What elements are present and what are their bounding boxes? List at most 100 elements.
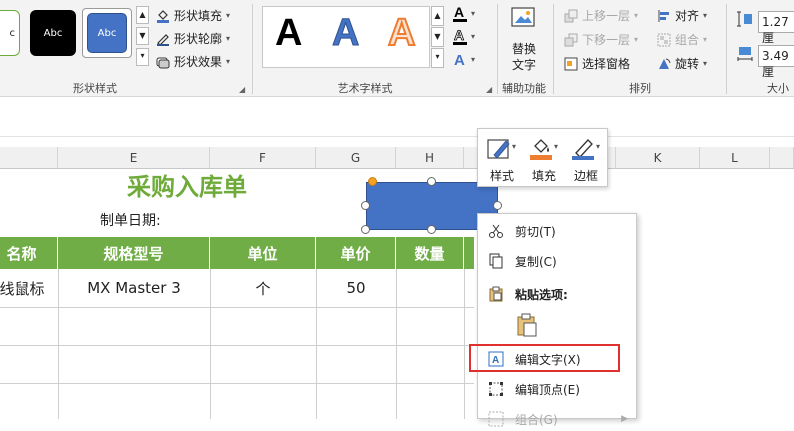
group-icon [488,411,504,427]
menu-item-copy[interactable]: 复制(C) [478,249,636,273]
send-backward-button[interactable]: 下移一层 ▾ [564,31,638,48]
resize-handle-bottom-middle[interactable] [427,225,436,234]
menu-item-group[interactable]: 组合(G) ▶ [478,407,636,431]
bring-forward-label: 上移一层 [582,9,631,23]
wordart-launcher-icon[interactable]: ◢ [486,85,492,94]
cell-name[interactable]: 线鼠标 [0,269,58,307]
clipboard-icon [489,286,503,302]
align-button[interactable]: 对齐 ▾ [657,7,707,24]
send-backward-icon [564,33,578,46]
thumb-text: c [9,27,16,39]
bring-forward-icon [564,9,578,22]
shape-outline-label: 形状轮廓 [174,32,223,46]
adjust-handle[interactable] [368,177,377,186]
shape-width-icon [737,47,753,61]
group-label-accessibility: 辅助功能 [502,82,546,95]
column-header-e[interactable]: E [58,147,210,169]
wordart-more-button[interactable]: ▾ [431,48,444,68]
paint-bucket-icon: ▾ [530,139,558,160]
shape-outline-button[interactable]: 形状轮廓 ▾ [156,30,230,47]
shape-style-thumb-outline[interactable]: c [0,10,20,56]
column-header-l[interactable]: L [700,147,770,169]
svg-text:▾: ▾ [512,142,516,151]
gallery-scroll-down-button[interactable]: ▼ [136,27,149,45]
group-button[interactable]: 组合 ▾ [657,31,707,48]
menu-cut-label: 剪切(T) [515,224,556,239]
shape-height-input[interactable]: 1.27 厘 [758,11,794,45]
cell-price[interactable]: 50 [316,269,396,307]
text-effects-button[interactable]: A ▾ [452,50,482,70]
shape-styles-launcher-icon[interactable]: ◢ [239,85,245,94]
svg-text:▾: ▾ [471,55,475,64]
mini-toolbar: ▾ 样式 ▾ 填充 ▾ 边框 [477,128,608,187]
column-header-blank[interactable] [0,147,58,169]
date-label: 制单日期: [100,213,161,229]
rotate-label: 旋转 [675,57,700,71]
paint-bucket-icon [157,9,169,23]
grid-line [0,383,474,384]
group-icon [657,33,671,46]
menu-item-cut[interactable]: 剪切(T) [478,219,636,243]
shape-fill-label: 形状填充 [174,9,223,23]
cell-unit[interactable]: 个 [210,269,316,307]
text-outline-button[interactable]: A ▾ [452,27,482,47]
wordart-black-a[interactable]: A [275,12,302,55]
formula-bar-area[interactable] [0,97,794,137]
group-label-wordart-styles: 艺术字样式 [337,82,393,95]
mini-fill-button[interactable]: ▾ 填充 [526,135,562,183]
wordart-orange-a[interactable]: A [387,11,416,55]
mini-outline-button[interactable]: ▾ 边框 [568,135,604,183]
column-header-f[interactable]: F [210,147,316,169]
shape-effects-button[interactable]: 形状效果 ▾ [156,53,230,70]
column-header-g[interactable]: G [316,147,396,169]
svg-text:▾: ▾ [471,32,475,41]
resize-handle-middle-right[interactable] [493,201,502,210]
wordart-scroll-down-button[interactable]: ▼ [431,27,444,47]
alt-text-icon [511,7,535,27]
selection-pane-button[interactable]: 选择窗格 [564,55,630,72]
paste-keep-source-button[interactable] [515,312,541,338]
text-fill-icon: A ▾ [453,4,475,22]
submenu-arrow-icon: ▶ [621,414,628,424]
wordart-blue-a[interactable]: A [331,12,359,55]
wordart-scroll-up-button[interactable]: ▲ [431,6,444,26]
cell-qty[interactable] [396,269,464,307]
header-unit: 单位 [210,237,316,269]
resize-handle-top-middle[interactable] [427,177,436,186]
rotate-button[interactable]: 旋转 ▾ [657,55,707,72]
ribbon: c Abc Abc ▲ ▼ ▾ 形状填充 ▾ 形状轮廓 ▾ 形状效果 ▾ 形状样式 ◢… [0,0,794,97]
divider [553,4,554,94]
clipboard-paste-icon [517,313,537,337]
selection-pane-icon [564,57,578,70]
shape-height-icon [737,11,752,27]
shape-style-thumb-blue-selected[interactable]: Abc [82,8,132,58]
column-header-blank-right[interactable] [770,147,794,169]
alt-text-button[interactable]: 替换 文字 [504,6,544,72]
gallery-scroll-up-button[interactable]: ▲ [136,6,149,24]
svg-text:A: A [454,27,464,43]
header-qty: 数量 [396,237,464,269]
resize-handle-middle-left[interactable] [361,201,370,210]
cell-spec[interactable]: MX Master 3 [58,269,210,307]
menu-group-label: 组合(G) [515,412,558,427]
menu-edit-points-label: 编辑顶点(E) [515,382,580,397]
sheet-title: 采购入库单 [127,173,247,201]
header-name: 名称 [0,237,58,269]
shape-width-input[interactable]: 3.49 厘 [758,45,794,79]
gallery-more-button[interactable]: ▾ [136,48,149,66]
text-effects-icon: A ▾ [454,52,475,69]
column-header-h[interactable]: H [396,147,464,169]
column-header-k[interactable]: K [616,147,700,169]
thumb-text: Abc [97,27,117,39]
shape-effects-label: 形状效果 [174,55,223,69]
bring-forward-button[interactable]: 上移一层 ▾ [564,7,638,24]
send-backward-label: 下移一层 [582,33,631,47]
text-fill-button[interactable]: A ▾ [452,4,482,24]
shape-style-thumb-black[interactable]: Abc [30,10,76,56]
highlight-box-edit-text [469,344,620,372]
menu-item-edit-points[interactable]: 编辑顶点(E) [478,377,636,401]
shape-fill-button[interactable]: 形状填充 ▾ [156,7,230,24]
pen-outline-icon: ▾ [572,139,600,160]
resize-handle-bottom-left[interactable] [361,225,370,234]
mini-style-button[interactable]: ▾ 样式 [484,135,520,183]
